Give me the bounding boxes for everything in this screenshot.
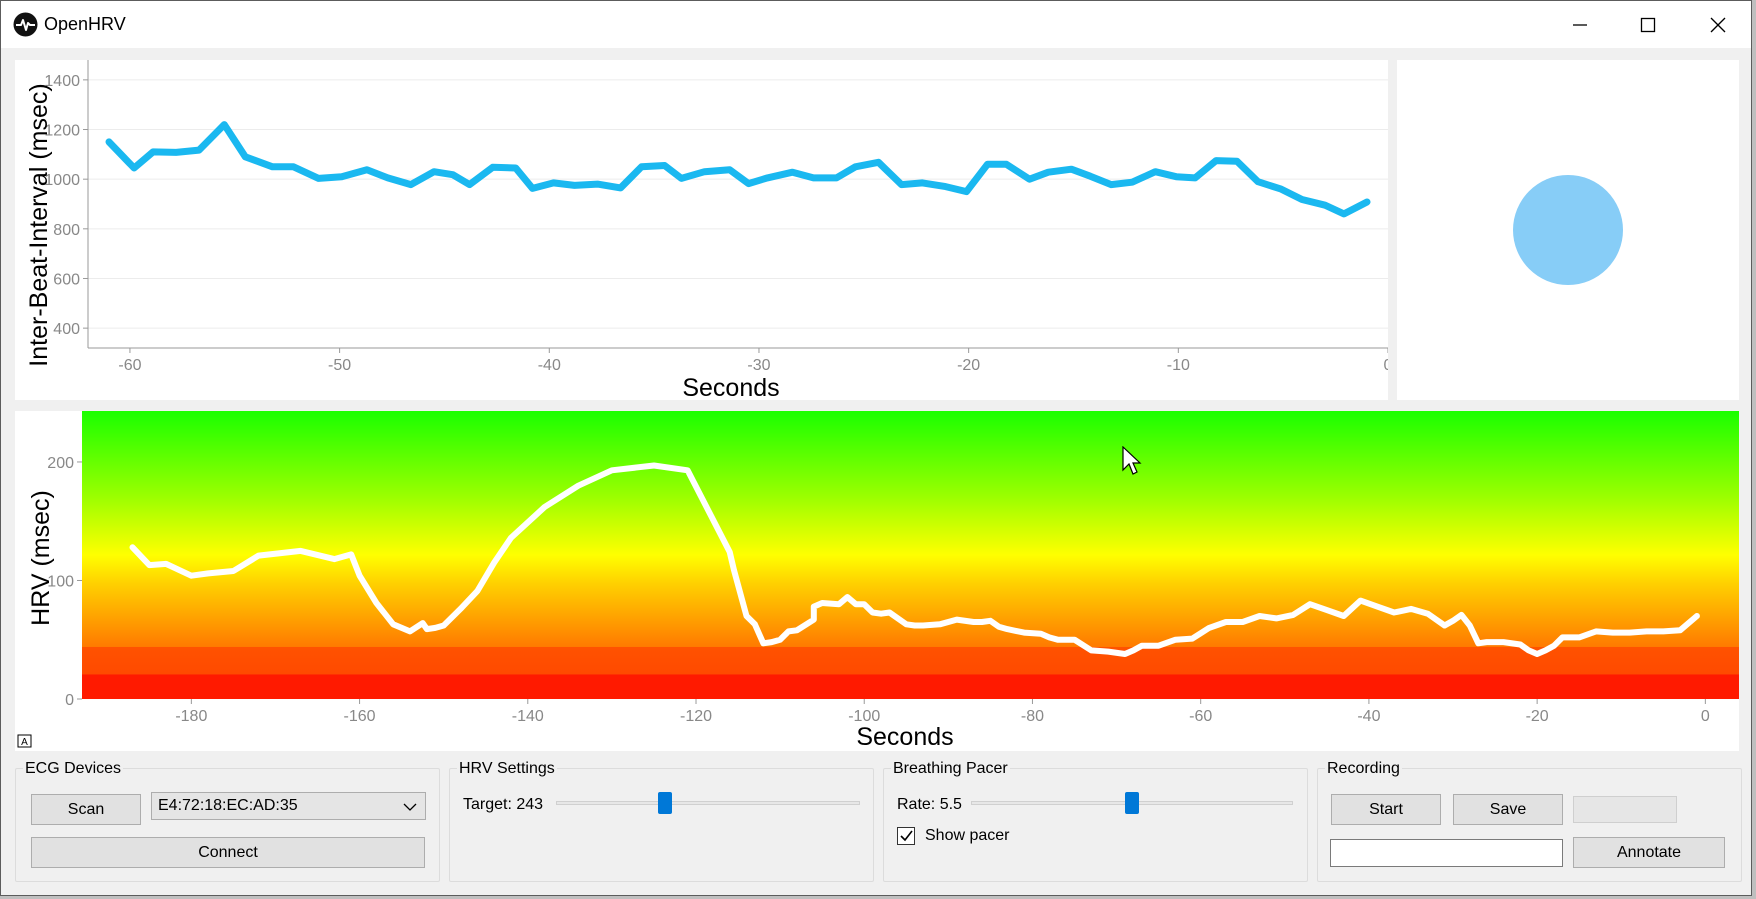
connect-button[interactable]: Connect (31, 837, 425, 868)
svg-text:A: A (21, 737, 28, 748)
page: OpenHRV 400 600 800 1000 1200 1400 -60 -50 -40 -3… (0, 0, 1756, 899)
main-window: OpenHRV 400 600 800 1000 1200 1400 -60 -50 -40 -3… (0, 0, 1752, 896)
hrv-y-tick-label: 0 (65, 692, 74, 709)
breathing-pacer-title: Breathing Pacer (891, 760, 1010, 778)
hrv-settings-title: HRV Settings (457, 760, 557, 778)
rate-label: Rate: 5.5 (897, 796, 962, 813)
pacer-circle (1513, 175, 1623, 285)
ibi-y-tick-label: 600 (53, 271, 80, 288)
ibi-x-tick-label: -40 (538, 357, 561, 374)
ibi-y-tick-label: 800 (53, 222, 80, 239)
ibi-x-tick-label: 0 (1384, 357, 1388, 374)
hrv-x-tick-label: -20 (1526, 708, 1549, 725)
hrv-x-axis-label: Seconds (856, 723, 953, 751)
hrv-chart: 0100200-180 -160 -140 -120 -100 -80 -60 -40 -20 0… (17, 411, 1739, 751)
hrv-gradient-background (82, 411, 1739, 699)
hrv-x-tick-label: -60 (1189, 708, 1212, 725)
ibi-chart-panel: 400600800100012001400-60-50-40-30-20-100… (15, 60, 1393, 402)
hrv-x-tick-label: 0 (1701, 708, 1710, 725)
device-select-value: E4:72:18:EC:AD:35 (158, 797, 298, 814)
hrv-chart-panel: 0 100 200 -180 -160 -140 -120 -100 -80 -60 -40 -20 0… (15, 411, 1739, 751)
auto-range-button[interactable]: A (17, 734, 32, 748)
show-pacer-label: Show pacer (925, 827, 1010, 844)
hrv-x-tick-label: -40 (1357, 708, 1380, 725)
close-icon (1710, 17, 1726, 32)
recording-title: Recording (1325, 760, 1402, 778)
device-select[interactable]: E4:72:18:EC:AD:35 (151, 792, 426, 820)
checkmark-icon (900, 830, 913, 842)
maximize-icon (1640, 17, 1656, 32)
breathing-pacer-panel (1397, 60, 1739, 400)
title-bar[interactable]: OpenHRV (1, 1, 1751, 48)
ibi-y-tick-label: 400 (53, 321, 80, 338)
window-title: OpenHRV (44, 14, 126, 34)
target-slider-handle[interactable] (658, 792, 673, 814)
minimize-icon (1573, 23, 1587, 26)
hrv-x-tick-label: -120 (680, 708, 712, 725)
ibi-x-tick-label: -60 (118, 357, 141, 374)
save-recording-button[interactable]: Save (1453, 794, 1563, 825)
ibi-x-axis-label: Seconds (682, 374, 779, 400)
hrv-y-axis-label: HRV (msec) (27, 490, 55, 626)
ibi-y-axis-label: Inter-Beat-Interval (msec) (25, 83, 53, 366)
hrv-x-tick-label: -160 (344, 708, 376, 725)
ibi-x-tick-label: -20 (957, 357, 980, 374)
target-label: Target: 243 (463, 796, 544, 813)
show-pacer-checkbox[interactable] (897, 827, 915, 845)
hrv-x-tick-label: -80 (1021, 708, 1044, 725)
chevron-down-icon (403, 803, 417, 811)
ibi-x-tick-label: -30 (747, 357, 770, 374)
scan-button[interactable]: Scan (31, 794, 141, 825)
disabled-button (1573, 796, 1677, 823)
ecg-devices-title: ECG Devices (23, 760, 124, 778)
annotation-input[interactable] (1330, 839, 1563, 867)
hrv-y-tick-label: 200 (47, 455, 74, 472)
ibi-series-line (105, 121, 1371, 218)
target-slider[interactable] (556, 801, 860, 805)
maximize-button[interactable] (1613, 1, 1683, 48)
rate-slider-handle[interactable] (1125, 792, 1139, 814)
heartbeat-app-icon (13, 12, 38, 37)
hrv-x-tick-label: -140 (512, 708, 544, 725)
hrv-settings-group (449, 768, 874, 882)
ibi-x-tick-label: -10 (1167, 357, 1190, 374)
breathing-pacer-group (883, 768, 1308, 882)
annotate-button[interactable]: Annotate (1573, 837, 1725, 868)
mouse-cursor-icon (1122, 446, 1142, 475)
hrv-x-tick-label: -180 (175, 708, 207, 725)
ibi-chart: 400600800100012001400-60-50-40-30-20-100… (25, 60, 1393, 402)
start-recording-button[interactable]: Start (1331, 794, 1441, 825)
close-button[interactable] (1683, 1, 1753, 48)
minimize-button[interactable] (1545, 1, 1615, 48)
ibi-x-tick-label: -50 (328, 357, 351, 374)
